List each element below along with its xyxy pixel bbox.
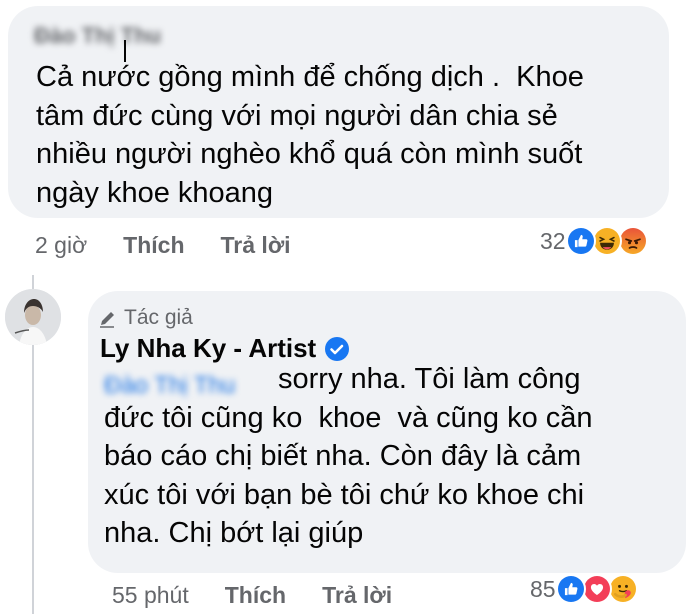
- reaction-count: 32: [540, 227, 566, 254]
- comment-line: tâm đức cùng với mọi người dân chia sẻ: [36, 99, 558, 132]
- like-button[interactable]: Thích: [225, 582, 286, 609]
- care-icon: [607, 574, 638, 604]
- reply-meta: 55 phút Thích Trả lời: [112, 581, 428, 609]
- pencil-icon: [100, 312, 114, 328]
- reply-line: sorry nha. Tôi làm công: [278, 363, 581, 395]
- reply-bubble: Tác giả Ly Nha Ky - Artist Đào Thị Thu s…: [88, 291, 686, 573]
- comment-meta: 2 giờ Thích Trả lời: [35, 231, 327, 259]
- author-badge: Tác giả: [98, 305, 193, 331]
- reply-time[interactable]: 55 phút: [112, 582, 189, 609]
- comment-text: Cả nước gồng mình để chống dịch . Khoe t…: [36, 58, 584, 212]
- reply-button[interactable]: Trả lời: [221, 232, 291, 259]
- reply-line: xúc tôi với bạn bè tôi chứ ko khoe chi: [104, 478, 585, 511]
- reply-line: đức tôi cũng ko khoe và cũng ko cần: [104, 401, 593, 434]
- comment-time[interactable]: 2 giờ: [35, 232, 87, 259]
- author-badge-label: Tác giả: [124, 306, 193, 329]
- like-icon: [555, 574, 586, 604]
- verified-badge-icon: [325, 336, 350, 361]
- reply-line: báo cáo chị biết nha. Còn đây là cảm: [104, 440, 582, 472]
- thread-connector: [32, 345, 34, 614]
- avatar[interactable]: [5, 289, 61, 345]
- comment-bubble: Đào Thị Thu Cả nước gồng mình để chống d…: [8, 6, 669, 218]
- reaction-summary[interactable]: 32: [540, 226, 648, 256]
- reply-text: sorry nha. Tôi làm công đức tôi cũng ko …: [104, 360, 593, 553]
- like-icon: [565, 226, 596, 256]
- comment-author-blurred[interactable]: Đào Thị Thu: [34, 23, 161, 49]
- angry-icon: [617, 226, 648, 256]
- comment-line: nhiều người nghèo khổ quá còn mình suốt: [36, 138, 583, 170]
- haha-icon: [591, 226, 622, 256]
- reaction-summary[interactable]: 85: [530, 574, 638, 604]
- thread-connector: [32, 275, 34, 289]
- like-button[interactable]: Thích: [123, 232, 184, 259]
- reaction-count: 85: [530, 575, 556, 602]
- comment-line: ngày khoe khoang: [36, 176, 274, 209]
- love-icon: [581, 574, 612, 604]
- text-cursor: [124, 40, 126, 62]
- reply-button[interactable]: Trả lời: [322, 582, 392, 609]
- comment-line: Cả nước gồng mình để chống dịch . Khoe: [36, 61, 584, 93]
- reply-line: nha. Chị bớt lại giúp: [104, 517, 364, 549]
